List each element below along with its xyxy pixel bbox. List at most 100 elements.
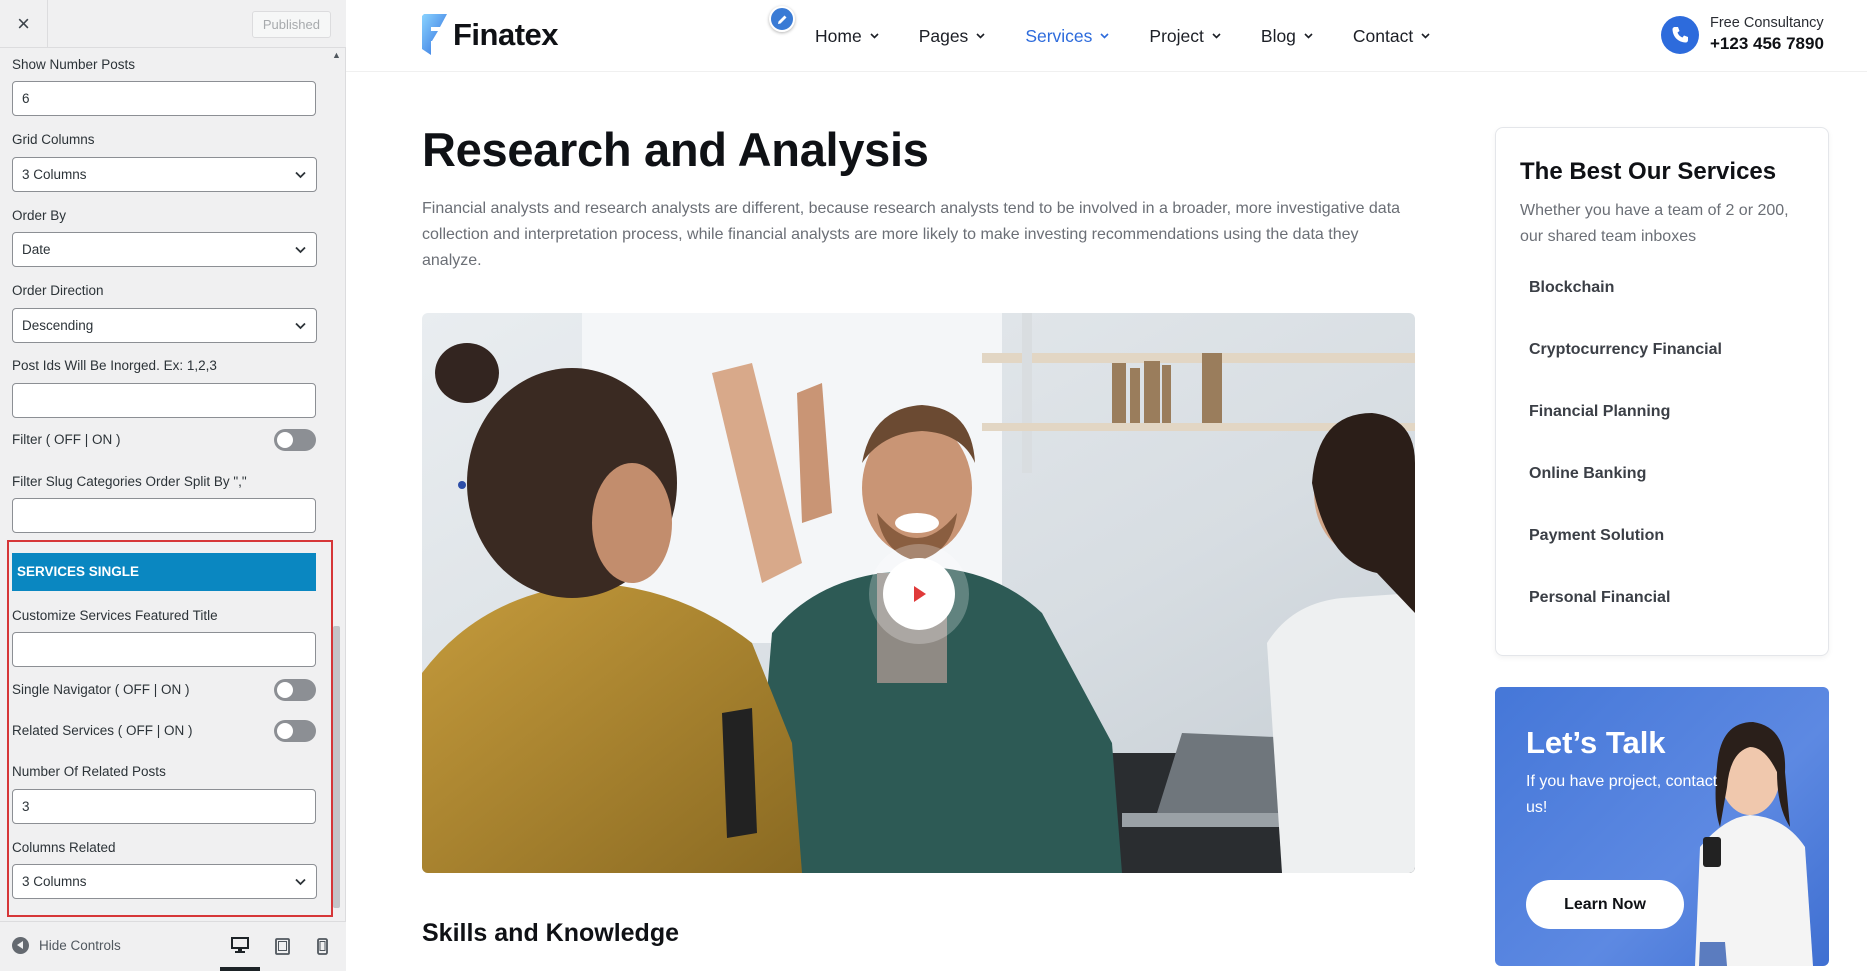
- order-direction-select[interactable]: Descending: [12, 308, 317, 343]
- free-consultancy[interactable]: Free Consultancy +123 456 7890: [1661, 15, 1824, 54]
- site-header: Finatex Home Pages Services Project Blog…: [346, 0, 1867, 72]
- toggle-knob: [277, 432, 293, 448]
- chevron-down-icon: [1421, 33, 1430, 39]
- services-widget-subtitle: Whether you have a team of 2 or 200, our…: [1520, 202, 1789, 245]
- hide-controls-label: Hide Controls: [39, 938, 121, 953]
- grid-columns-label: Grid Columns: [12, 132, 95, 147]
- order-direction-value: Descending: [22, 318, 94, 333]
- service-link-payment-solution[interactable]: Payment Solution: [1529, 527, 1664, 545]
- nav-label: Home: [815, 25, 862, 46]
- finatex-logo-icon: [422, 14, 447, 55]
- columns-related-label: Columns Related: [12, 840, 116, 855]
- show-number-posts-label: Show Number Posts: [12, 57, 136, 72]
- grid-columns-value: 3 Columns: [22, 167, 87, 182]
- hide-controls-button[interactable]: Hide Controls: [12, 937, 121, 954]
- order-by-label: Order By: [12, 208, 67, 223]
- filter-slug-input[interactable]: [12, 498, 316, 533]
- skills-heading: Skills and Knowledge: [422, 919, 679, 947]
- show-number-posts-input[interactable]: 6: [12, 81, 316, 116]
- single-navigator-label: Single Navigator ( OFF | ON ): [12, 682, 190, 697]
- close-icon: ×: [17, 11, 30, 36]
- app-root: × Published ▲ Show Number Posts 6 Grid C…: [0, 0, 1867, 971]
- chevron-down-icon: [976, 33, 985, 39]
- chevron-down-icon: [1304, 33, 1313, 39]
- order-by-value: Date: [22, 242, 51, 257]
- page-description: Financial analysts and research analysts…: [422, 200, 1401, 269]
- grid-columns-select[interactable]: 3 Columns: [12, 157, 317, 192]
- chevron-down-icon: [295, 171, 306, 179]
- consult-label: Free Consultancy: [1710, 15, 1824, 31]
- featured-title-input[interactable]: [12, 632, 316, 667]
- service-link-cryptocurrency[interactable]: Cryptocurrency Financial: [1529, 341, 1722, 359]
- consult-text: Free Consultancy +123 456 7890: [1710, 15, 1824, 54]
- video-play-button[interactable]: [883, 558, 955, 630]
- order-by-select[interactable]: Date: [12, 232, 317, 267]
- nav-label: Project: [1149, 25, 1204, 46]
- chevron-down-icon: [1212, 33, 1221, 39]
- chevron-down-icon: [295, 878, 306, 886]
- consult-phone[interactable]: +123 456 7890: [1710, 34, 1824, 54]
- services-single-header[interactable]: SERVICES SINGLE: [12, 553, 316, 591]
- filter-toggle[interactable]: [274, 429, 316, 451]
- service-link-financial-planning[interactable]: Financial Planning: [1529, 403, 1670, 421]
- post-ids-input[interactable]: [12, 383, 316, 418]
- nav-item-project[interactable]: Project: [1149, 25, 1221, 47]
- toggle-knob: [277, 723, 293, 739]
- chevron-down-icon: [1100, 33, 1109, 39]
- desktop-preview-button[interactable]: [220, 922, 260, 971]
- nav-item-contact[interactable]: Contact: [1353, 26, 1430, 47]
- nav-item-blog[interactable]: Blog: [1261, 26, 1313, 47]
- single-navigator-toggle[interactable]: [274, 679, 316, 701]
- featured-title-label: Customize Services Featured Title: [12, 608, 218, 623]
- nav-label: Contact: [1352, 25, 1414, 46]
- tablet-icon: [274, 938, 290, 955]
- number-related-input[interactable]: 3: [12, 789, 316, 824]
- nav-item-services[interactable]: Services: [1025, 26, 1109, 47]
- nav-label: Pages: [918, 25, 969, 46]
- chevron-down-icon: [295, 322, 306, 330]
- services-widget: The Best Our Services Whether you have a…: [1495, 127, 1829, 656]
- collapse-arrow-icon: [12, 937, 29, 954]
- page-title: Research and Analysis: [422, 123, 929, 176]
- published-button[interactable]: Published: [251, 11, 331, 38]
- customizer-panel: × Published ▲ Show Number Posts 6 Grid C…: [0, 0, 346, 971]
- scroll-up-icon[interactable]: ▲: [332, 50, 341, 60]
- lets-talk-card: Let’s Talk If you have project, contact …: [1495, 687, 1829, 966]
- post-ids-label: Post Ids Will Be Inorged. Ex: 1,2,3: [12, 358, 217, 373]
- service-link-online-banking[interactable]: Online Banking: [1529, 465, 1646, 483]
- lets-talk-title: Let’s Talk: [1526, 725, 1666, 760]
- service-link-personal-financial[interactable]: Personal Financial: [1529, 589, 1670, 607]
- pencil-icon: [777, 15, 786, 24]
- logo-text: Finatex: [453, 16, 559, 52]
- main-nav: Home Pages Services Project Blog Contact: [815, 0, 1470, 72]
- edit-shortcut-button[interactable]: [769, 6, 795, 32]
- tablet-preview-button[interactable]: [262, 922, 302, 971]
- toggle-knob: [277, 682, 293, 698]
- nav-item-pages[interactable]: Pages: [919, 26, 986, 47]
- play-icon: [914, 586, 926, 602]
- panel-footer: Hide Controls: [0, 921, 346, 971]
- nav-item-home[interactable]: Home: [815, 26, 879, 47]
- panel-scrollbar[interactable]: ▲: [332, 48, 341, 908]
- service-link-blockchain[interactable]: Blockchain: [1529, 279, 1614, 297]
- nav-label: Services: [1025, 25, 1093, 46]
- learn-now-button[interactable]: Learn Now: [1526, 880, 1684, 929]
- mobile-preview-button[interactable]: [302, 922, 342, 971]
- number-related-label: Number Of Related Posts: [12, 764, 166, 779]
- panel-header: × Published: [0, 0, 346, 48]
- phone-icon: [1661, 15, 1699, 54]
- chevron-down-icon: [870, 33, 879, 39]
- mobile-icon: [316, 938, 328, 955]
- columns-related-select[interactable]: 3 Columns: [12, 864, 317, 899]
- columns-related-value: 3 Columns: [22, 874, 87, 889]
- nav-label: Blog: [1260, 25, 1296, 46]
- site-logo[interactable]: Finatex: [420, 14, 559, 55]
- chevron-down-icon: [295, 246, 306, 254]
- close-button[interactable]: ×: [0, 0, 48, 48]
- lets-talk-subtitle: If you have project, contact us!: [1526, 773, 1718, 816]
- related-services-toggle[interactable]: [274, 720, 316, 742]
- desktop-icon: [231, 936, 249, 953]
- scrollbar-thumb[interactable]: [333, 626, 340, 908]
- filter-slug-label: Filter Slug Categories Order Split By ",…: [12, 474, 247, 489]
- order-direction-label: Order Direction: [12, 283, 104, 298]
